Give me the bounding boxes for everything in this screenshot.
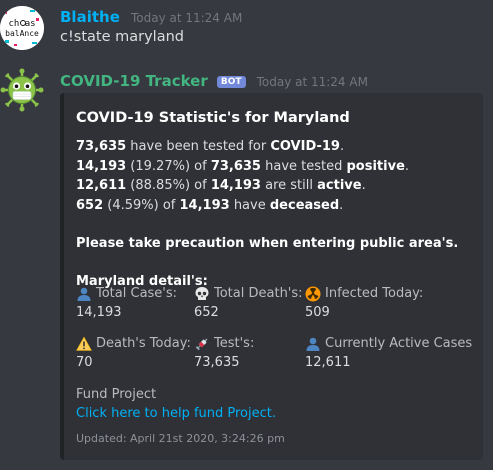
field-name: Death's Today:: [96, 336, 191, 351]
description-segment: .: [361, 178, 366, 193]
description-bold-segment: positive: [346, 158, 405, 174]
description-bold-segment: 14,193: [76, 158, 127, 174]
field-name: Currently Active Cases: [325, 336, 473, 351]
virus-mask-icon: [0, 68, 44, 112]
description-bold-segment: 12,611: [76, 178, 127, 193]
username-blaithe[interactable]: Blaithe: [60, 8, 120, 26]
warning-icon: [76, 336, 92, 351]
radioactive-icon: [305, 286, 321, 302]
field-name: Infected Today:: [325, 286, 424, 301]
description-bold-segment: active: [317, 178, 362, 193]
description-line: 12,611 (88.85%) of 14,193 are still acti…: [76, 176, 476, 196]
embed-title: COVID-19 Statistic's for Maryland: [76, 110, 350, 126]
user-avatar[interactable]: ch as balAnce: [0, 6, 44, 50]
message-content: c!state maryland: [60, 29, 184, 45]
description-bold-segment: 73,635: [76, 139, 127, 154]
precaution-text: Please take precaution when entering pub…: [76, 236, 459, 251]
description-bold-segment: 14,193: [179, 197, 230, 213]
field-name: Test's:: [214, 336, 255, 351]
bot-tag: BOT: [216, 76, 246, 88]
description-segment: (88.85%) of: [126, 178, 211, 193]
person-icon: [77, 287, 91, 301]
description-segment: .: [339, 139, 345, 154]
description-segment: have: [229, 197, 270, 213]
description-segment: (4.59%) of: [103, 197, 180, 213]
svg-text:balAnce: balAnce: [5, 29, 39, 38]
message-header: COVID-19 Tracker BOT Today at 11:24 AM: [60, 71, 368, 90]
description-segment: .: [404, 158, 410, 174]
username-covid-tracker[interactable]: COVID-19 Tracker: [60, 72, 208, 90]
skull-icon: [195, 287, 209, 300]
syringe-icon: [195, 338, 208, 351]
description-line: 652 (4.59%) of 14,193 have deceased.: [76, 196, 476, 216]
description-segment: have been tested for: [126, 139, 271, 154]
description-bold-segment: 73,635: [210, 158, 261, 174]
timestamp: Today at 11:24 AM: [130, 11, 243, 25]
field-currently-active: Currently Active Cases 12,611: [305, 334, 475, 372]
stats-embed: COVID-19 Statistic's for Maryland 73,635…: [60, 93, 483, 460]
description-segment: are still: [260, 178, 318, 193]
field-name: Total Case's:: [96, 286, 178, 301]
description-segment: .: [339, 197, 344, 213]
field-value: 12,611: [305, 355, 351, 370]
embed-fields: Total Case's: 14,193 Total Death's: 652 …: [76, 284, 476, 394]
person-icon: [306, 337, 320, 351]
description-bold-segment: deceased: [269, 197, 340, 213]
message-blaithe: ch as balAnce Blaithe Today at 11:24 AM …: [0, 0, 493, 60]
field-value: 509: [305, 305, 330, 320]
embed-body: COVID-19 Statistic's for Maryland 73,635…: [76, 108, 476, 445]
fund-section: Fund Project Click here to help fund Pro…: [76, 385, 276, 423]
timestamp: Today at 11:24 AM: [256, 75, 368, 89]
description-segment: (19.27%) of: [126, 158, 211, 174]
embed-description: 73,635 have been tested for COVID-19. 14,…: [76, 137, 476, 215]
message-header: Blaithe Today at 11:24 AM: [60, 7, 242, 26]
description-bold-segment: COVID-19: [270, 139, 340, 154]
description-segment: have tested: [260, 158, 347, 174]
field-name: Total Death's:: [214, 286, 303, 301]
description-bold-segment: 652: [76, 197, 104, 213]
chaos-balance-avatar-icon: ch as balAnce: [0, 6, 44, 50]
bot-avatar[interactable]: [0, 68, 44, 112]
fund-label: Fund Project: [76, 387, 157, 402]
embed-footer: Updated: April 21st 2020, 3:24:26 pm: [76, 432, 285, 445]
description-line: 14,193 (19.27%) of 73,635 have tested po…: [76, 157, 476, 177]
fund-project-link[interactable]: Click here to help fund Project.: [76, 404, 276, 423]
description-line: 73,635 have been tested for COVID-19.: [76, 137, 476, 157]
description-bold-segment: 14,193: [210, 178, 261, 193]
field-infected-today: Infected Today: 509: [305, 284, 475, 322]
